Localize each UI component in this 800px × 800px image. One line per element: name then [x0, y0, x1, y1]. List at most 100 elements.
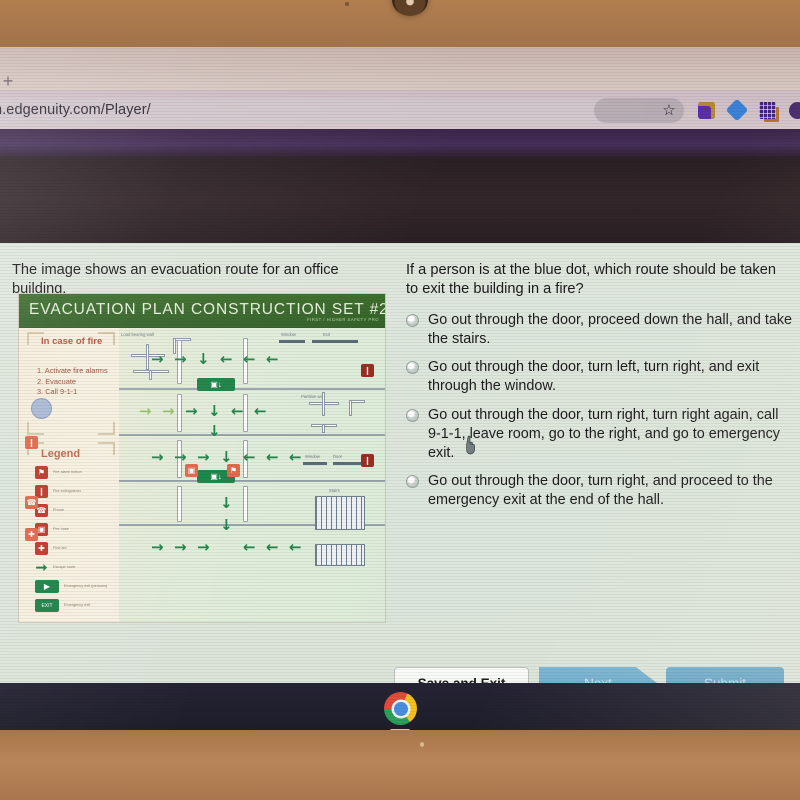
decor-bracket: [27, 422, 44, 435]
floor-plan-diagram: Load bearing wall Window Exit Partition …: [119, 328, 385, 622]
fire-steps: 1. Activate fire alarms 2. Evacuate 3. C…: [37, 366, 117, 398]
corridor-line: [119, 388, 385, 390]
escape-arrow-down: ↓: [220, 494, 233, 512]
puzzle-extension-icon[interactable]: [698, 102, 715, 119]
question-content: The image shows an evacuation route for …: [0, 243, 800, 715]
decor-bracket: [98, 422, 115, 435]
corridor-line: [119, 434, 385, 436]
fire-extinguisher-marker: ❙: [25, 436, 38, 449]
legend-item: ▶ Emergency exit (persons): [35, 578, 119, 595]
wall-symbol: [146, 344, 149, 370]
grid-extension-icon[interactable]: [759, 102, 776, 119]
wall-segment: [177, 486, 182, 522]
radio-button-d[interactable]: [406, 475, 419, 489]
escape-arrow-right: →: [185, 402, 198, 420]
fire-extinguisher-marker: ❙: [361, 454, 374, 467]
answer-label-a: Go out through the door, proceed down th…: [428, 312, 793, 348]
radio-button-b[interactable]: [406, 361, 419, 375]
wall-segment: [243, 486, 248, 522]
decor-bracket: [98, 442, 115, 455]
escape-arrow-down: ↓: [220, 448, 233, 466]
photo-of-laptop-screen: + n.edgenuity.com/Player/ ☆ Pre-Test Act…: [0, 0, 800, 800]
in-case-of-fire-title: In case of fire: [41, 336, 103, 347]
chrome-browser-icon[interactable]: [384, 692, 417, 725]
first-aid-icon: ✚: [35, 542, 48, 555]
plan-body: In case of fire 1. Activate fire alarms …: [19, 328, 385, 622]
escape-arrow-right: →: [151, 538, 164, 556]
fire-step-1: 1. Activate fire alarms: [37, 366, 108, 375]
escape-arrow-left: ←: [243, 538, 256, 556]
answer-choice-a[interactable]: Go out through the door, proceed down th…: [406, 311, 794, 349]
bezel-speck: [345, 2, 349, 6]
emergency-exit-icon: ▶: [35, 580, 59, 593]
answer-panel: If a person is at the blue dot, which ro…: [398, 243, 794, 683]
label-stairs: Stairs: [329, 488, 340, 493]
legend-label: Escape route: [53, 565, 76, 570]
answer-choice-d[interactable]: Go out through the door, turn right, and…: [406, 472, 794, 510]
legend-item: ⚑ Fire alarm button: [35, 464, 119, 481]
stairs-symbol: [315, 544, 365, 566]
legend-heading: Legend: [41, 448, 81, 460]
escape-arrow-right: →: [174, 350, 187, 368]
radio-button-c[interactable]: [406, 408, 419, 422]
plan-legend: In case of fire 1. Activate fire alarms …: [23, 330, 119, 622]
radio-button-a[interactable]: [406, 314, 419, 327]
escape-arrow-left: ←: [266, 350, 279, 368]
legend-item: ❙ Fire extinguisher: [35, 483, 119, 500]
escape-arrow-right: →: [139, 402, 152, 420]
escape-arrow-left: ←: [254, 402, 267, 420]
escape-route-arrow-icon: ➞: [35, 559, 48, 575]
legend-label: Emergency exit: [64, 603, 91, 608]
legend-label: Emergency exit (persons): [64, 584, 108, 589]
legend-item: ➞ Escape route: [35, 559, 119, 576]
legend-label: Fire alarm button: [53, 470, 82, 475]
escape-arrow-down: ↓: [208, 402, 221, 420]
browser-tab-strip: [0, 47, 800, 90]
url-text[interactable]: n.edgenuity.com/Player/: [0, 102, 294, 118]
stairs-symbol: [315, 496, 365, 530]
label-window: Window: [281, 332, 296, 337]
bezel-speck: [420, 742, 424, 747]
legend-item: EXIT Emergency exit: [35, 597, 119, 614]
evacuation-plan-image: EVACUATION PLAN CONSTRUCTION SET #2 FIRS…: [18, 293, 386, 623]
legend-item: ✚ First aid: [35, 540, 119, 557]
window-symbol: [303, 462, 327, 465]
wall-segment: [243, 394, 248, 432]
escape-arrow-down: ↓: [208, 422, 221, 440]
legend-item: ☎ Phone: [35, 502, 119, 519]
wall-symbol: [149, 370, 152, 380]
escape-arrow-down: ↓: [197, 350, 210, 368]
answer-choice-b[interactable]: Go out through the door, turn left, turn…: [406, 358, 794, 396]
escape-arrow-down: ↓: [220, 516, 233, 534]
legend-label: Fire hose: [53, 527, 69, 532]
profile-avatar-icon[interactable]: [789, 102, 800, 119]
plan-subtitle: FIRST / HIGHER SAFETY PRO: [307, 317, 379, 322]
label-exit: Exit: [323, 332, 330, 337]
assessment-header: Pre-Test Active 1 2 3 4 5 6 7 TIME REMAI…: [0, 157, 800, 296]
star-icon[interactable]: ☆: [661, 103, 677, 119]
answer-label-d: Go out through the door, turn right, and…: [428, 473, 773, 509]
escape-arrow-left: ←: [243, 448, 256, 466]
escape-arrow-right: →: [174, 448, 187, 466]
fire-alarm-button-icon: ⚑: [35, 466, 48, 479]
escape-arrow-right: →: [197, 448, 210, 466]
new-tab-button[interactable]: +: [0, 72, 18, 92]
escape-arrow-left: ←: [289, 538, 302, 556]
fire-hose-marker: ▣: [185, 464, 198, 477]
fire-step-3: 3. Call 9-1-1: [37, 387, 78, 397]
mouse-cursor-pointer: [466, 435, 475, 455]
legend-label: Fire extinguisher: [53, 489, 82, 494]
blue-dot-person-location: [31, 398, 52, 419]
corridor-line: [119, 480, 385, 482]
fire-step-2: 2. Evacuate: [37, 376, 77, 386]
wall-segment: [177, 394, 182, 432]
legend-items: ⚑ Fire alarm button ❙ Fire extinguisher …: [35, 464, 119, 616]
legend-item: ▣ Fire hose: [35, 521, 119, 538]
label-window-2: Window: [305, 454, 320, 459]
wall-symbol: [322, 392, 325, 416]
page-top-banner: [0, 129, 800, 157]
answer-label-b: Go out through the door, turn left, turn…: [428, 359, 760, 395]
label-door: Door: [333, 454, 343, 459]
fire-extinguisher-marker: ❙: [361, 364, 374, 377]
stimulus-panel: The image shows an evacuation route for …: [0, 243, 392, 715]
